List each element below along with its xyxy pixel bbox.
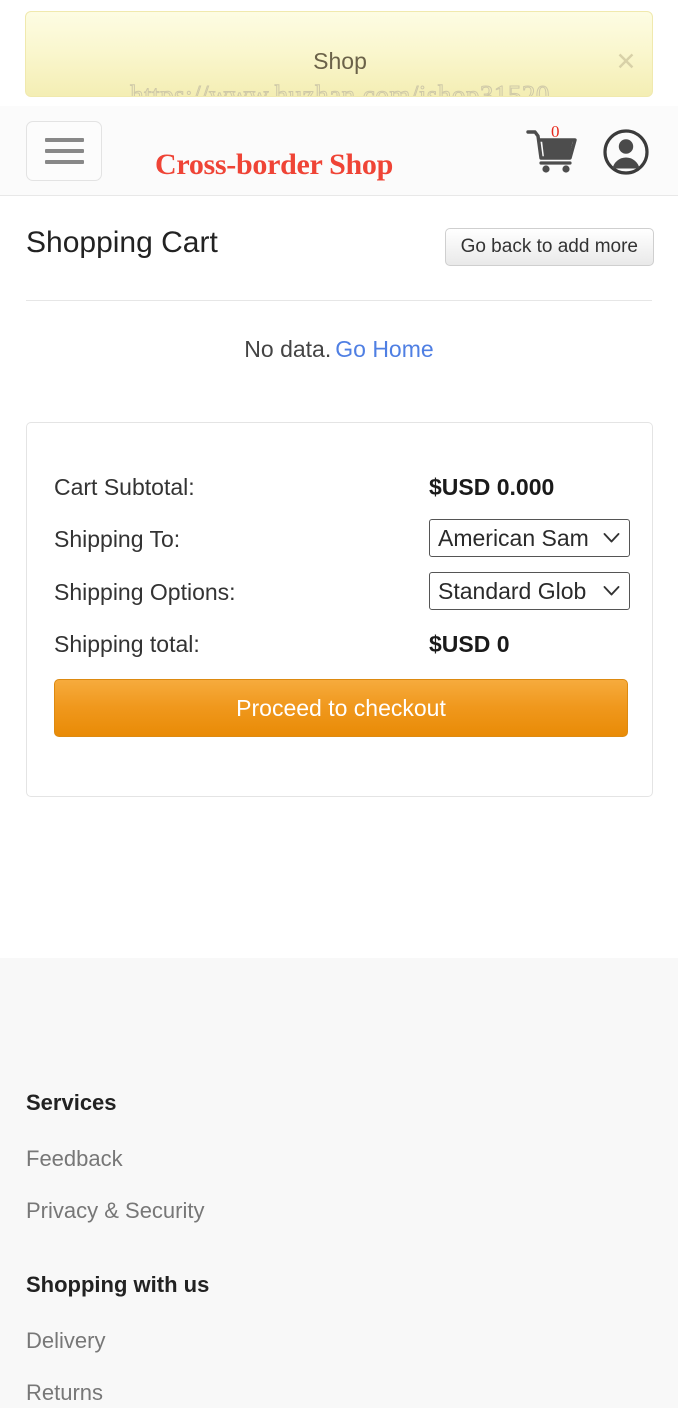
page-title: Shopping Cart — [26, 226, 218, 259]
hamburger-icon-bar — [44, 149, 84, 153]
cart-subtotal-label: Cart Subtotal: — [54, 474, 195, 500]
cart-summary-card: Cart Subtotal: $USD 0.000 Shipping To: A… — [26, 422, 653, 797]
hamburger-icon-bar — [44, 138, 84, 142]
shipping-to-selected-value: American Sam — [438, 525, 589, 551]
shipping-options-select[interactable]: Standard Glob — [429, 572, 630, 610]
footer-group-shopping-with-us: Shopping with us Delivery Returns — [26, 1274, 209, 1404]
summary-row-shipping-options: Shipping Options: Standard Glob — [54, 572, 630, 610]
go-back-to-add-more-button[interactable]: Go back to add more — [444, 228, 654, 266]
cart-count-badge: 0 — [551, 122, 560, 141]
chevron-down-icon — [603, 586, 620, 596]
footer-link-feedback[interactable]: Feedback — [26, 1148, 205, 1170]
summary-row-shipping-total: Shipping total: $USD 0 — [54, 627, 629, 661]
hamburger-icon-bar — [44, 160, 84, 164]
account-button[interactable] — [602, 128, 650, 176]
empty-cart-message: No data. Go Home — [0, 338, 678, 361]
site-footer: Services Feedback Privacy & Security Sho… — [0, 958, 678, 1408]
header-divider — [26, 300, 652, 301]
summary-row-shipping-to: Shipping To: American Sam — [54, 519, 630, 557]
chevron-down-icon — [603, 533, 620, 543]
cart-subtotal-value: $USD 0.000 — [429, 474, 555, 500]
shipping-to-label: Shipping To: — [54, 526, 181, 552]
promo-banner: Shop https://www.huzhan.com/ishop31520 ✕ — [25, 11, 653, 97]
footer-group-services: Services Feedback Privacy & Security — [26, 1092, 205, 1222]
promo-banner-title: Shop — [313, 48, 367, 74]
user-account-icon — [603, 129, 649, 175]
proceed-to-checkout-button[interactable]: Proceed to checkout — [54, 679, 628, 737]
shipping-to-select[interactable]: American Sam — [429, 519, 630, 557]
hamburger-menu-button[interactable] — [26, 121, 102, 181]
shipping-options-selected-value: Standard Glob — [438, 578, 587, 604]
summary-row-cart-subtotal: Cart Subtotal: $USD 0.000 — [54, 470, 629, 504]
footer-link-returns[interactable]: Returns — [26, 1382, 209, 1404]
footer-link-delivery[interactable]: Delivery — [26, 1330, 209, 1352]
no-data-text: No data. — [244, 336, 332, 362]
site-brand-title[interactable]: Cross-border Shop — [155, 148, 393, 182]
shipping-total-label: Shipping total: — [54, 631, 200, 657]
cart-button[interactable]: 0 — [525, 122, 581, 178]
promo-banner-url: https://www.huzhan.com/ishop31520 — [130, 80, 550, 97]
footer-heading-shopping-with-us: Shopping with us — [26, 1272, 210, 1297]
go-home-link[interactable]: Go Home — [335, 336, 433, 362]
close-icon[interactable]: ✕ — [614, 50, 638, 75]
shipping-total-value: $USD 0 — [429, 631, 510, 657]
footer-link-privacy-security[interactable]: Privacy & Security — [26, 1200, 205, 1222]
page-root: Shop https://www.huzhan.com/ishop31520 ✕… — [0, 0, 678, 1408]
site-header: Cross-border Shop 0 — [0, 106, 678, 196]
footer-heading-services: Services — [26, 1090, 117, 1115]
shipping-options-label: Shipping Options: — [54, 579, 236, 605]
